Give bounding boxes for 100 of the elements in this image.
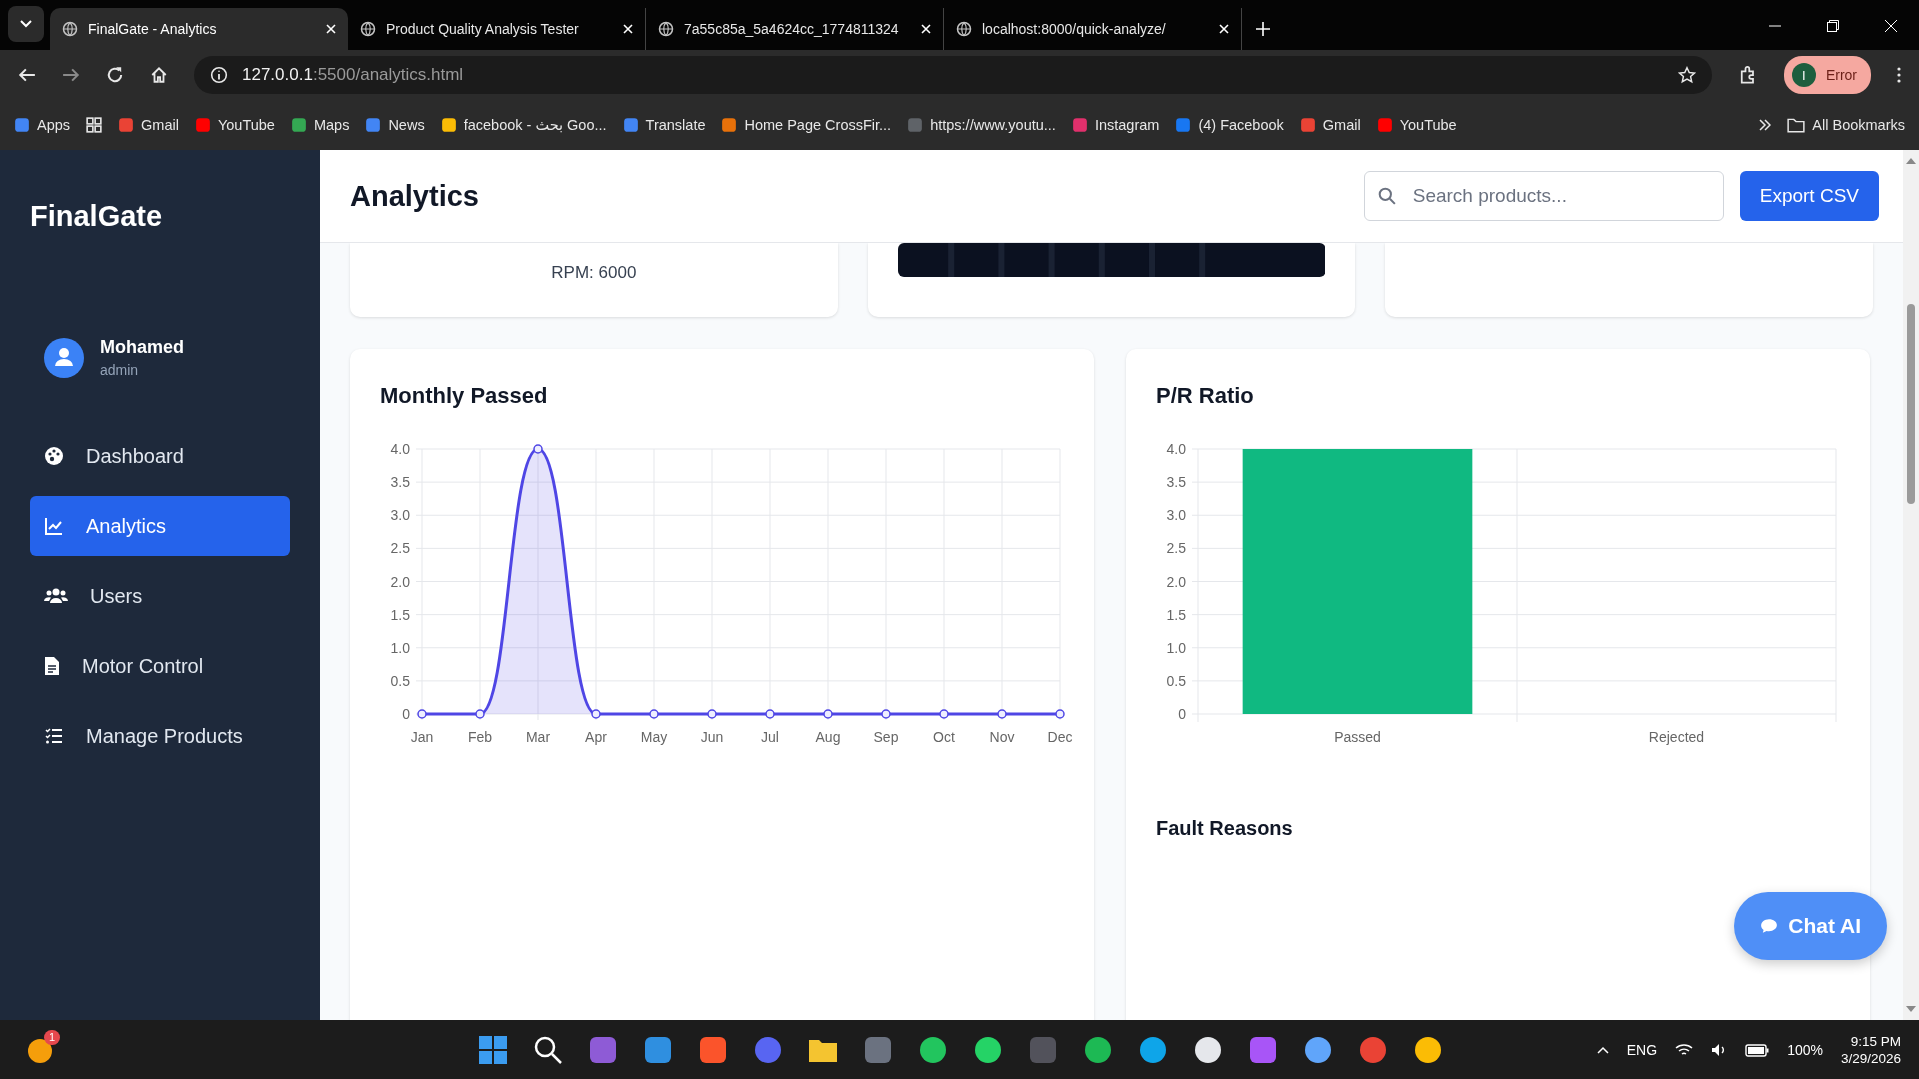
nav-item[interactable]: Motor Control	[30, 636, 290, 696]
app-icon[interactable]	[918, 1034, 948, 1065]
bookmark[interactable]: Gmail	[118, 117, 179, 133]
globe-icon	[360, 21, 376, 37]
clock-date[interactable]: 3/29/2026	[1840, 1050, 1901, 1066]
data-point	[417, 709, 427, 719]
close-icon[interactable]	[1219, 24, 1229, 34]
axis-label: Nov	[989, 729, 1015, 745]
data-point	[881, 709, 891, 719]
nav-item[interactable]: Users	[30, 566, 290, 626]
axis-label: 2.0	[1166, 573, 1186, 590]
chevrons-icon[interactable]	[1759, 119, 1772, 131]
language-indicator[interactable]: ENG	[1626, 1041, 1658, 1058]
speech-bubble-icon	[1760, 918, 1779, 934]
close-icon[interactable]	[623, 24, 633, 34]
restore-icon[interactable]	[1827, 20, 1839, 32]
bookmark-folder[interactable]: All Bookmarks	[1787, 117, 1905, 133]
bookmark[interactable]: Instagram	[1071, 117, 1160, 133]
home-icon[interactable]	[150, 66, 168, 84]
data-point	[591, 709, 601, 719]
battery-level: 100%	[1787, 1041, 1823, 1058]
search-icon[interactable]	[533, 1034, 563, 1065]
battery-icon[interactable]	[1745, 1042, 1770, 1057]
app-icon[interactable]	[1303, 1034, 1333, 1065]
notification-badge: 1	[44, 1029, 61, 1045]
axis-label: 3.5	[1166, 474, 1186, 491]
reload-icon[interactable]	[106, 66, 124, 84]
axis-label: Apr	[585, 729, 607, 745]
new-tab-icon[interactable]	[1256, 22, 1270, 36]
export-button[interactable]: Export CSV	[1739, 171, 1879, 221]
axis-label: 0	[402, 706, 410, 722]
app-icon[interactable]	[1193, 1034, 1223, 1065]
data-point	[997, 709, 1007, 719]
back-icon[interactable]	[18, 66, 36, 84]
bookmark[interactable]: (4) Facebook	[1175, 117, 1284, 133]
card-title: Monthly Passed	[380, 383, 549, 409]
data-point	[707, 709, 717, 719]
document-icon	[44, 656, 60, 676]
palette-icon	[44, 446, 64, 466]
axis-label: May	[640, 729, 668, 745]
close-icon[interactable]	[1885, 20, 1897, 32]
app-icon[interactable]	[973, 1034, 1003, 1065]
axis-label: 2.5	[390, 540, 410, 557]
axis-label: Mar	[525, 729, 551, 745]
axis-label: Jun	[700, 729, 724, 745]
chevron-up-icon[interactable]	[1596, 1045, 1609, 1054]
profile-button[interactable]: I Error	[1783, 56, 1871, 94]
bookmark[interactable]: facebook - بحث Goo...	[440, 117, 607, 133]
bookmark[interactable]: Apps	[14, 117, 71, 133]
nav-item[interactable]: Dashboard	[30, 426, 290, 486]
bookmark[interactable]: Gmail	[1299, 117, 1361, 133]
bookmark[interactable]: News	[365, 117, 425, 133]
bookmark[interactable]: YouTube	[1376, 117, 1457, 133]
windows-logo-icon[interactable]	[478, 1034, 508, 1065]
avatar-icon	[44, 337, 84, 378]
browser-tab[interactable]: FinalGate - Analytics	[50, 8, 348, 50]
page-title: Analytics	[350, 179, 480, 213]
axis-label: Jul	[761, 729, 779, 745]
scrollbar[interactable]	[1903, 150, 1919, 1020]
bookmark[interactable]: Maps	[290, 117, 350, 133]
axis-label: 1.5	[390, 606, 410, 623]
bookmark[interactable]: Translate	[622, 117, 706, 133]
scroll-down-icon[interactable]	[1906, 1006, 1916, 1012]
axis-label: 2.0	[390, 573, 410, 590]
wifi-icon[interactable]	[1675, 1042, 1694, 1057]
line-chart-icon	[44, 516, 64, 536]
menu-icon[interactable]	[1897, 67, 1901, 83]
scroll-up-icon[interactable]	[1906, 158, 1916, 164]
bookmark[interactable]: Home Page CrossFir...	[721, 117, 892, 133]
star-icon[interactable]	[1677, 66, 1696, 84]
users-icon	[44, 586, 68, 606]
axis-label: 1.0	[390, 639, 410, 656]
scrollbar-thumb[interactable]	[1907, 304, 1915, 504]
axis-label: 3.0	[390, 507, 410, 524]
data-point	[939, 709, 949, 719]
axis-label: 1.0	[1166, 639, 1186, 656]
bookmark[interactable]: YouTube	[194, 117, 275, 133]
nav-item[interactable]: Analytics	[30, 496, 290, 556]
axis-label: Aug	[815, 729, 841, 745]
close-icon[interactable]	[921, 24, 931, 34]
data-point	[649, 709, 659, 719]
info-icon[interactable]	[210, 66, 228, 84]
bookmark[interactable]: https://www.youtu...	[907, 117, 1056, 133]
axis-label: 2.5	[1166, 540, 1186, 557]
clock-time[interactable]: 9:15 PM	[1850, 1033, 1901, 1049]
grid-icon[interactable]	[86, 117, 103, 133]
close-icon[interactable]	[326, 24, 336, 34]
axis-label: Rejected	[1648, 729, 1705, 745]
globe-icon	[62, 21, 78, 37]
search-field[interactable]: Search products...	[1363, 171, 1724, 221]
axis-label: 4.0	[390, 441, 410, 457]
folder-icon	[1787, 117, 1806, 133]
nav-item[interactable]: Manage Products	[30, 706, 290, 766]
tab-search-button[interactable]	[8, 6, 44, 42]
axis-label: Sep	[873, 729, 899, 745]
url-text: 127.0.0.1:5500/analytics.html	[242, 65, 465, 85]
section-title: Fault Reasons	[1156, 817, 1294, 840]
data-point	[1055, 709, 1065, 719]
forward-icon[interactable]	[62, 66, 80, 84]
address-bar[interactable]: 127.0.0.1:5500/analytics.html	[194, 56, 1712, 94]
